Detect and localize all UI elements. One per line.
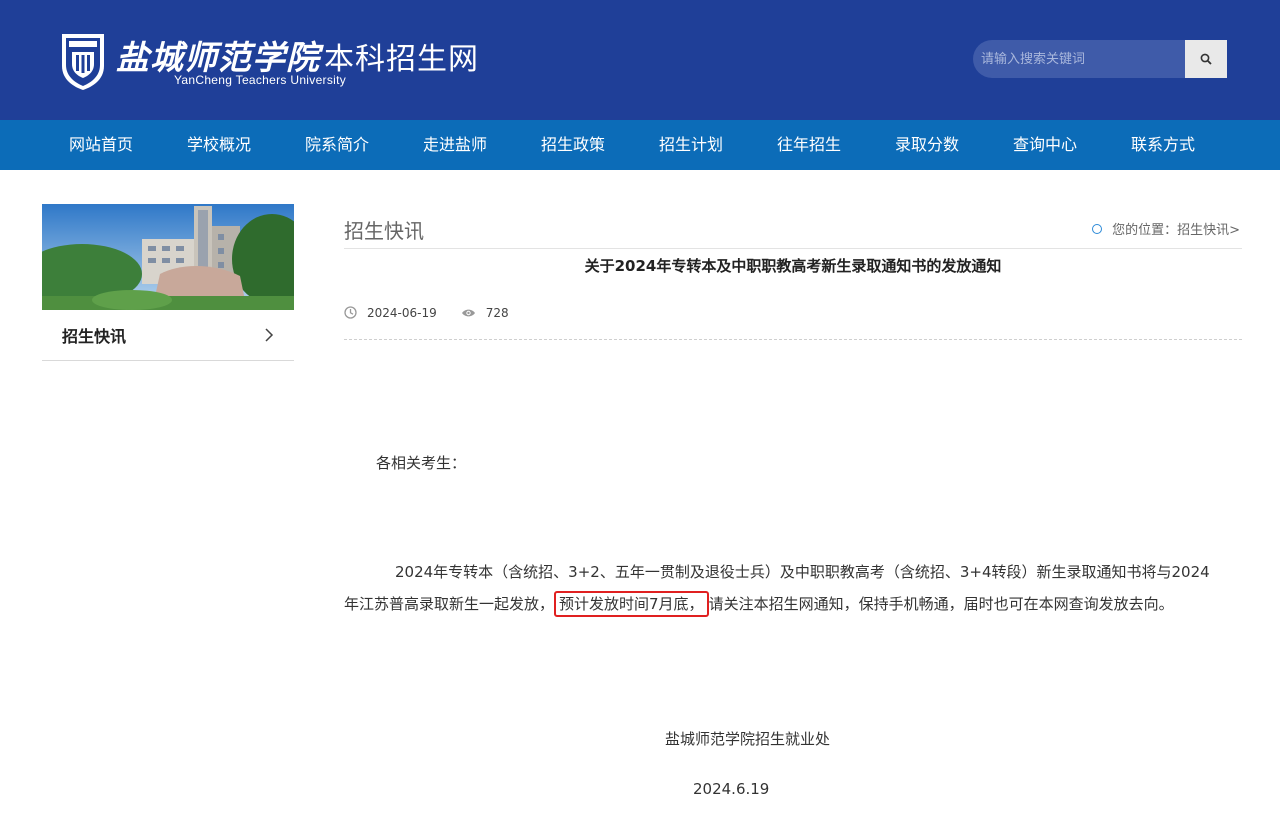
eye-icon — [461, 309, 475, 316]
nav-item-query[interactable]: 查询中心 — [986, 120, 1104, 170]
search-box — [973, 40, 1227, 78]
highlighted-text: 预计发放时间7月底， — [554, 591, 709, 617]
article-meta: 2024-06-19 728 — [344, 298, 1242, 340]
nav-item-teachers[interactable]: 走进盐师 — [396, 120, 514, 170]
sidebar-item-label: 招生快讯 — [62, 327, 127, 346]
breadcrumb-link-news[interactable]: 招生快讯> — [1177, 219, 1240, 238]
university-emblem-icon — [62, 34, 104, 90]
main-nav: 网站首页 学校概况 院系简介 走进盐师 招生政策 招生计划 往年招生 录取分数 … — [0, 120, 1280, 170]
search-input[interactable] — [973, 40, 1185, 78]
nav-item-scores[interactable]: 录取分数 — [868, 120, 986, 170]
article-sign-date: 2024.6.19 — [693, 780, 770, 798]
section-title: 招生快讯 — [344, 219, 424, 243]
site-logo[interactable]: 盐城师范学院 本科招生网 YanCheng Teachers University — [58, 30, 536, 92]
logo-english-name: YanCheng Teachers University — [174, 73, 347, 87]
content-header: 招生快讯 您的位置： 招生快讯> — [344, 204, 1242, 249]
article-paragraph: 2024年专转本（含统招、3+2、五年一贯制及退役士兵）及中职职教高考（含统招、… — [344, 556, 1224, 620]
breadcrumb-prefix: 您的位置： — [1112, 223, 1178, 238]
article-title: 关于2024年专转本及中职职教高考新生录取通知书的发放通知 — [584, 257, 1002, 275]
campus-photo — [42, 204, 294, 310]
site-header: 盐城师范学院 本科招生网 YanCheng Teachers University — [0, 0, 1280, 120]
article-signature: 盐城师范学院招生就业处 — [665, 730, 831, 748]
chevron-right-icon — [265, 328, 274, 342]
nav-item-contact[interactable]: 联系方式 — [1104, 120, 1222, 170]
view-count: 728 — [485, 305, 509, 320]
nav-item-about[interactable]: 学校概况 — [160, 120, 278, 170]
main-content: 招生快讯 您的位置： 招生快讯> 关于2024年专转本及中职职教高考新生录取通知… — [344, 204, 1242, 340]
logo-university-name: 盐城师范学院 — [116, 38, 320, 77]
sidebar: 招生快讯 — [42, 204, 294, 361]
publish-date: 2024-06-19 — [367, 305, 437, 320]
breadcrumb: 您的位置： 招生快讯> — [1092, 219, 1240, 238]
logo-site-name: 本科招生网 — [324, 42, 479, 77]
nav-item-plan[interactable]: 招生计划 — [632, 120, 750, 170]
nav-item-home[interactable]: 网站首页 — [42, 120, 160, 170]
nav-item-past-years[interactable]: 往年招生 — [750, 120, 868, 170]
nav-item-policy[interactable]: 招生政策 — [514, 120, 632, 170]
logo-title: 盐城师范学院 本科招生网 — [116, 31, 479, 79]
search-button[interactable] — [1185, 40, 1227, 78]
nav-item-departments[interactable]: 院系简介 — [278, 120, 396, 170]
search-icon — [1200, 53, 1212, 65]
location-dot-icon — [1092, 223, 1103, 234]
paragraph-text-end: 请关注本招生网通知，保持手机畅通，届时也可在本网查询发放去向。 — [708, 595, 1174, 613]
clock-icon — [344, 306, 357, 319]
sidebar-item-news[interactable]: 招生快讯 — [42, 310, 294, 361]
article-greeting: 各相关考生： — [376, 454, 467, 472]
